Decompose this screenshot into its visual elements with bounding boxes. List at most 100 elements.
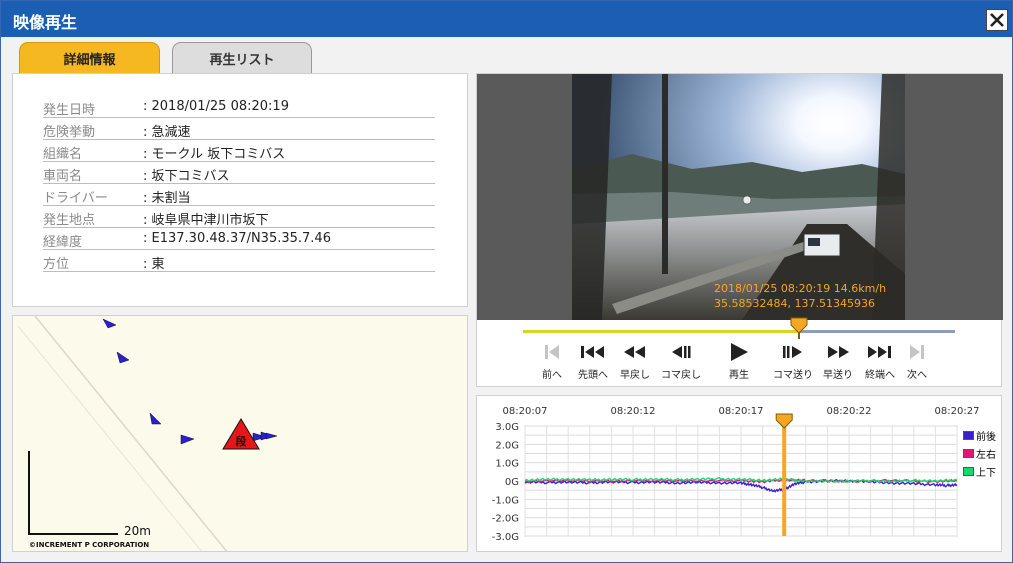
window-title: 映像再生 [13, 13, 78, 32]
y-tick-label: 0G [505, 477, 519, 488]
close-icon [990, 13, 1004, 27]
info-label: 発生地点 [43, 213, 96, 228]
video-panel: 2018/01/25 08:20:19 14.6km/h 35.58532484… [476, 73, 1003, 387]
track-marker-icon [149, 412, 162, 425]
road-line [34, 316, 228, 551]
frame-back-button[interactable]: コマ戻し [661, 342, 701, 382]
control-label: コマ戻し [661, 370, 701, 381]
time-marker-line[interactable] [782, 420, 787, 536]
control-label: 再生 [729, 370, 749, 381]
video-overlay-timestamp: 2018/01/25 08:20:19 14.6km/h [714, 282, 887, 295]
info-row-datetime: 発生日時 2018/01/25 08:20:19 [43, 96, 435, 118]
control-label: 先頭へ [578, 370, 608, 381]
legend-label: 上下 [976, 468, 996, 479]
y-tick-label: -1.0G [492, 495, 519, 506]
legend-swatch [963, 449, 974, 458]
y-tick-label: -2.0G [492, 514, 519, 525]
play-icon [731, 343, 748, 361]
x-tick-label: 08:20:22 [827, 406, 872, 417]
info-label: 経緯度 [43, 235, 83, 250]
info-value: モークル 坂下コミバス [143, 143, 286, 162]
legend-item-vertical: 上下 [963, 464, 996, 479]
to-end-icon [868, 346, 891, 358]
legend-swatch [963, 431, 974, 440]
info-value: 急減速 [143, 121, 191, 140]
event-mark-label: 段 [236, 434, 247, 448]
x-tick-label: 08:20:17 [719, 406, 764, 417]
legend-item-lateral: 左右 [963, 446, 996, 461]
legend-swatch [963, 467, 974, 476]
g-sensor-chart[interactable]: 3.0G 2.0G 1.0G 0G -1.0G -2.0G -3.0G 08:20:07 08:… [477, 396, 1003, 553]
control-label: 終端へ [865, 370, 895, 381]
fast-forward-icon [828, 346, 849, 358]
info-label: 組織名 [43, 147, 83, 162]
seek-bar[interactable] [523, 330, 955, 333]
to-start-button[interactable]: 先頭へ [573, 342, 613, 382]
control-label: コマ送り [773, 370, 813, 381]
seek-thumb-icon[interactable] [790, 317, 808, 339]
info-value: 岐阜県中津川市坂下 [143, 209, 269, 228]
info-row-location: 発生地点 岐阜県中津川市坂下 [43, 206, 435, 228]
video-frame[interactable]: 2018/01/25 08:20:19 14.6km/h 35.58532484… [572, 74, 905, 320]
info-row-driver: ドライバー 未割当 [43, 184, 435, 206]
y-tick-label: 1.0G [495, 459, 519, 470]
close-button[interactable] [986, 9, 1008, 31]
title-bar: 映像再生 [1, 1, 1012, 37]
skip-next-icon [910, 345, 924, 359]
fast-forward-button[interactable]: 早送り [818, 342, 858, 382]
info-value: E137.30.48.37/N35.35.7.46 [143, 231, 331, 246]
map-panel[interactable]: 段 20m ©INCREMENT P CORPORATION [12, 315, 468, 552]
info-label: ドライバー [43, 191, 108, 206]
frame-back-icon [672, 346, 691, 358]
control-label: 早戻し [620, 370, 650, 381]
rewind-icon [624, 346, 645, 358]
y-tick-label: -3.0G [492, 532, 519, 543]
video-playback-window: 映像再生 詳細情報 再生リスト 発生日時 2018/01/25 08:20:19 … [0, 0, 1013, 563]
tab-playlist[interactable]: 再生リスト [172, 42, 312, 73]
legend-item-longitudinal: 前後 [963, 428, 996, 443]
frame-forward-button[interactable]: コマ送り [773, 342, 813, 382]
track-marker-icon [265, 432, 278, 440]
seek-bar-played [523, 330, 800, 333]
legend-label: 前後 [976, 432, 996, 443]
info-value: 坂下コミバス [143, 165, 230, 184]
y-tick-label: 2.0G [495, 440, 519, 451]
x-tick-label: 08:20:07 [503, 406, 548, 417]
track-marker-icon [180, 434, 195, 445]
scale-bar [28, 451, 118, 535]
next-button[interactable]: 次へ [897, 342, 937, 382]
map-copyright: ©INCREMENT P CORPORATION [29, 541, 149, 549]
to-start-icon [581, 346, 604, 358]
play-button[interactable]: 再生 [719, 342, 759, 382]
info-row-coordinates: 経緯度 E137.30.48.37/N35.35.7.46 [43, 228, 435, 250]
info-value: 未割当 [143, 187, 191, 206]
info-value: 東 [143, 253, 165, 272]
info-label: 車両名 [43, 169, 83, 184]
info-label: 危険挙動 [43, 125, 96, 140]
legend-label: 左右 [976, 450, 996, 461]
skip-prev-icon [545, 345, 559, 359]
map-canvas[interactable]: 段 20m ©INCREMENT P CORPORATION [13, 316, 468, 552]
info-row-behavior: 危険挙動 急減速 [43, 118, 435, 140]
x-tick-label: 08:20:12 [611, 406, 656, 417]
track-marker-icon [102, 318, 117, 329]
info-value: 2018/01/25 08:20:19 [143, 99, 289, 114]
prev-button[interactable]: 前へ [532, 342, 572, 382]
road-line [17, 325, 203, 551]
frame-forward-icon [783, 346, 802, 358]
g-sensor-chart-panel: 3.0G 2.0G 1.0G 0G -1.0G -2.0G -3.0G 08:20:07 08:… [476, 395, 1002, 552]
detail-info-panel: 発生日時 2018/01/25 08:20:19 危険挙動 急減速 組織名 モークル … [12, 73, 468, 307]
to-end-button[interactable]: 終端へ [860, 342, 900, 382]
control-label: 早送り [823, 370, 853, 381]
tab-detail-info[interactable]: 詳細情報 [19, 42, 160, 73]
info-row-direction: 方位 東 [43, 250, 435, 272]
control-label: 次へ [907, 370, 927, 381]
info-row-organization: 組織名 モークル 坂下コミバス [43, 140, 435, 162]
info-label: 方位 [43, 257, 70, 272]
info-label: 発生日時 [43, 103, 96, 118]
rewind-button[interactable]: 早戻し [615, 342, 655, 382]
info-row-vehicle: 車両名 坂下コミバス [43, 162, 435, 184]
scale-label: 20m [124, 524, 151, 538]
x-tick-label: 08:20:27 [935, 406, 980, 417]
y-tick-label: 3.0G [495, 422, 519, 433]
